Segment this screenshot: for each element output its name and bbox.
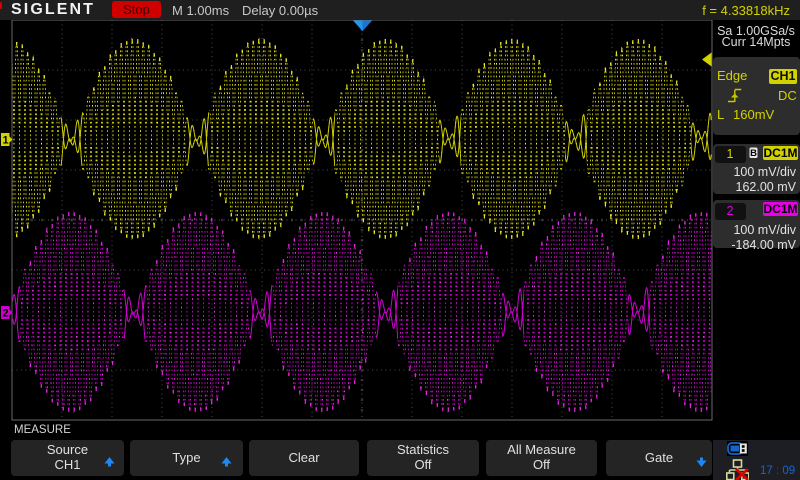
svg-text:B: B bbox=[750, 148, 757, 159]
svg-text:1: 1 bbox=[2, 135, 8, 147]
svg-text:2: 2 bbox=[2, 308, 8, 320]
